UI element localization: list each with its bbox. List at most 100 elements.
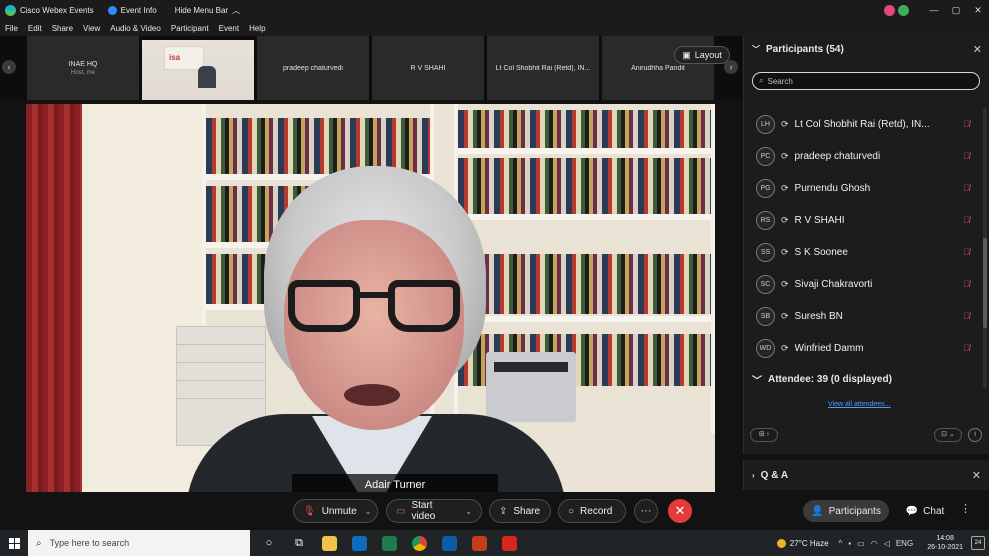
mic-muted-icon[interactable]: 🎙̸: [963, 247, 970, 257]
mic-muted-icon[interactable]: 🎙̸: [963, 119, 970, 129]
status-avatar-icon[interactable]: [898, 4, 909, 16]
participant-row[interactable]: SB ⟳ Suresh BN 🎙̸: [754, 300, 980, 332]
thumbnail-pradeep-chaturvedi[interactable]: pradeep chaturvedi: [257, 36, 369, 100]
invite-icon[interactable]: ⊞ ›: [750, 428, 778, 442]
acrobat-icon[interactable]: [494, 530, 524, 556]
speaker-glasses: [288, 280, 464, 336]
thumbnail-name: Lt Col Shobhit Rai (Retd), IN...: [495, 64, 591, 72]
file-explorer-icon[interactable]: [314, 530, 344, 556]
info-icon[interactable]: i: [968, 428, 982, 442]
chrome-icon[interactable]: [404, 530, 434, 556]
overflow-menu-icon[interactable]: ⋮: [960, 502, 971, 515]
taskbar-search-input[interactable]: [49, 538, 230, 548]
mic-muted-icon[interactable]: 🎙̸: [963, 279, 970, 289]
mic-muted-icon[interactable]: 🎙̸: [963, 311, 970, 321]
menu-edit[interactable]: Edit: [28, 24, 42, 33]
menu-file[interactable]: File: [5, 24, 18, 33]
participant-row[interactable]: PG ⟳ Purnendu Ghosh 🎙̸: [754, 172, 980, 204]
more-options-button[interactable]: ···: [634, 499, 658, 523]
book-row: [206, 118, 430, 174]
minimize-button[interactable]: —: [923, 5, 945, 15]
printer-slot: [494, 362, 568, 372]
attendee-section-header[interactable]: ﹀ Attendee: 39 (0 displayed): [752, 372, 892, 387]
participant-search-input[interactable]: [767, 76, 958, 86]
qa-panel-header[interactable]: › Q & A ✕: [743, 460, 989, 490]
taskbar-clock[interactable]: 14:08 26-10-2021: [927, 534, 963, 552]
task-view-icon[interactable]: ⧉: [284, 530, 314, 556]
record-label: Record: [580, 505, 613, 517]
cortana-icon[interactable]: ○: [254, 530, 284, 556]
thumbnail-name: pradeep chaturvedi: [283, 64, 343, 72]
event-info-button[interactable]: Event Info: [121, 6, 157, 15]
show-hidden-icons-icon[interactable]: ^: [839, 539, 843, 548]
participants-tab-button[interactable]: 👤 Participants: [803, 500, 889, 522]
thumbnail-rv-shahi[interactable]: R V SHAHI: [372, 36, 484, 100]
menu-view[interactable]: View: [83, 24, 100, 33]
menu-audio-video[interactable]: Audio & Video: [110, 24, 161, 33]
menu-event[interactable]: Event: [219, 24, 239, 33]
volume-icon[interactable]: ◁: [884, 539, 890, 548]
chevron-down-icon[interactable]: ﹀: [752, 44, 760, 55]
glasses-lens: [388, 280, 460, 332]
webex-taskbar-icon[interactable]: [434, 530, 464, 556]
powerpoint-icon[interactable]: [464, 530, 494, 556]
mic-muted-icon[interactable]: 🎙̸: [963, 183, 970, 193]
chat-tab-button[interactable]: 💬 Chat: [898, 500, 952, 522]
thumbnail-shobhit-rai[interactable]: Lt Col Shobhit Rai (Retd), IN...: [487, 36, 599, 100]
wifi-icon[interactable]: ◠: [871, 539, 878, 548]
chevron-right-icon[interactable]: ›: [752, 471, 755, 480]
reaction-icon[interactable]: ⊡ ⌄: [934, 428, 962, 442]
notification-center-icon[interactable]: 24: [971, 536, 985, 550]
record-icon: ○: [568, 505, 575, 517]
outlook-icon[interactable]: [344, 530, 374, 556]
app-green-icon[interactable]: [374, 530, 404, 556]
mic-muted-icon[interactable]: 🎙̸: [963, 151, 970, 161]
thumbnail-inae-hq[interactable]: INAE HQ Host, me: [27, 36, 139, 100]
tray-app-icon[interactable]: ▪: [848, 539, 851, 548]
share-button[interactable]: ⇪ Share: [489, 499, 551, 523]
thumbnail-speaker-figure: [198, 66, 216, 88]
end-meeting-button[interactable]: ✕: [668, 499, 692, 523]
thumbnail-banner-text: isa: [169, 53, 181, 62]
menu-share[interactable]: Share: [52, 24, 73, 33]
mic-muted-icon[interactable]: 🎙̸: [963, 215, 970, 225]
participant-row[interactable]: SC ⟳ Sivaji Chakravorti 🎙̸: [754, 268, 980, 300]
hide-menu-bar-button[interactable]: Hide Menu Bar ︿: [175, 5, 240, 16]
cabinet-drawer: [177, 363, 265, 381]
participant-row[interactable]: SS ⟳ S K Soonee 🎙̸: [754, 236, 980, 268]
participant-list-scrollbar[interactable]: [983, 108, 987, 388]
chevron-down-icon[interactable]: ⌄: [365, 507, 372, 516]
participant-search[interactable]: ⌕: [752, 72, 980, 90]
chevron-down-icon[interactable]: ﹀: [752, 372, 762, 387]
participant-avatar: PC: [756, 146, 775, 166]
language-indicator[interactable]: ENG: [896, 539, 913, 548]
unmute-button[interactable]: 🎙 Unmute ⌄: [293, 499, 378, 523]
layout-button[interactable]: ▣ Layout: [674, 46, 730, 64]
view-all-attendees-link[interactable]: View all attendees...: [828, 401, 891, 408]
scrollbar-thumb[interactable]: [983, 238, 987, 328]
participant-row[interactable]: PC ⟳ pradeep chaturvedi 🎙̸: [754, 140, 980, 172]
network-icon[interactable]: ▭: [857, 539, 865, 548]
close-window-button[interactable]: ✕: [967, 5, 989, 16]
menu-participant[interactable]: Participant: [171, 24, 209, 33]
start-button[interactable]: [0, 530, 28, 556]
participant-row[interactable]: RS ⟳ R V SHAHI 🎙̸: [754, 204, 980, 236]
record-button[interactable]: ○ Record: [558, 499, 626, 523]
user-avatar-icon[interactable]: [884, 4, 895, 16]
start-video-button[interactable]: ▭ Start video ⌄: [386, 499, 482, 523]
menu-help[interactable]: Help: [249, 24, 265, 33]
participant-row[interactable]: LH ⟳ Lt Col Shobhit Rai (Retd), IN... 🎙̸: [754, 108, 980, 140]
taskbar-search[interactable]: ⌕: [28, 530, 250, 556]
close-panel-button[interactable]: ✕: [973, 43, 982, 56]
strip-scroll-left-icon[interactable]: ‹: [2, 60, 16, 74]
participant-name: Suresh BN: [794, 310, 843, 322]
mic-muted-icon[interactable]: 🎙̸: [963, 343, 970, 353]
close-qa-button[interactable]: ✕: [972, 469, 981, 482]
unmute-label: Unmute: [321, 505, 357, 517]
weather-widget[interactable]: 27°C Haze: [776, 538, 829, 548]
glasses-lens: [288, 280, 360, 332]
participants-panel-header[interactable]: ﹀ Participants (54) ✕: [752, 43, 982, 56]
participant-row[interactable]: WD ⟳ Winfried Damm 🎙̸: [754, 332, 980, 364]
maximize-button[interactable]: ▢: [945, 5, 967, 16]
chevron-down-icon[interactable]: ⌄: [465, 507, 472, 516]
